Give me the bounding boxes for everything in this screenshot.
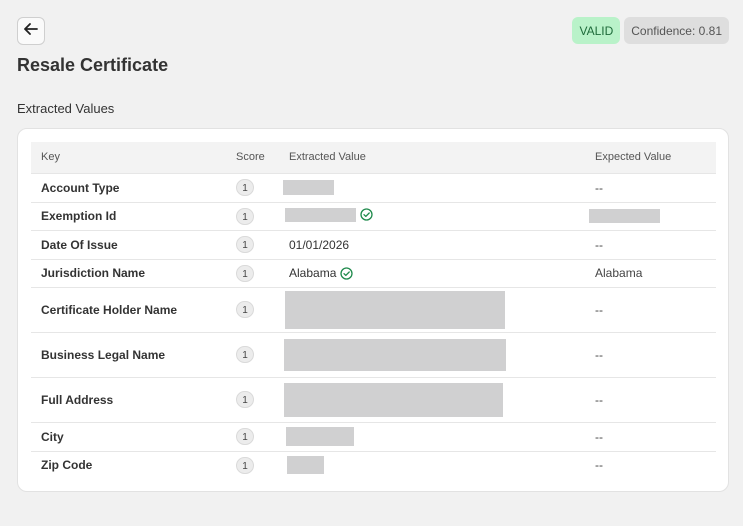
row-extracted: 01/01/2026 bbox=[279, 229, 585, 259]
row-extracted-cell bbox=[279, 286, 585, 332]
redacted-value bbox=[284, 338, 506, 371]
header-badges: VALID Confidence: 0.81 bbox=[572, 17, 729, 44]
extracted-values-card: Key Score Extracted Value Expected Value… bbox=[17, 128, 729, 492]
score-pill: 1 bbox=[236, 301, 254, 318]
table-header-row: Key Score Extracted Value Expected Value bbox=[31, 142, 716, 173]
score-pill: 1 bbox=[236, 391, 254, 408]
row-extracted-cell bbox=[279, 331, 585, 377]
redacted-value bbox=[284, 382, 503, 417]
check-circle-icon bbox=[360, 208, 373, 221]
extracted-values-table: Key Score Extracted Value Expected Value… bbox=[31, 142, 716, 479]
row-key: City bbox=[31, 421, 226, 451]
row-extracted-cell bbox=[279, 376, 585, 422]
table-row: Account Type 1 -- bbox=[31, 172, 716, 202]
row-score-cell: 1 bbox=[226, 201, 279, 230]
row-key: Jurisdiction Name bbox=[31, 258, 226, 287]
row-expected: -- bbox=[585, 286, 716, 332]
back-button[interactable] bbox=[17, 17, 45, 45]
row-score-cell: 1 bbox=[226, 421, 279, 451]
row-expected-cell bbox=[585, 201, 716, 230]
confidence-badge: Confidence: 0.81 bbox=[624, 17, 729, 44]
redacted-value bbox=[286, 427, 354, 446]
row-score-cell: 1 bbox=[226, 331, 279, 377]
table-row: Full Address 1 -- bbox=[31, 376, 716, 422]
row-score-cell: 1 bbox=[226, 229, 279, 259]
redacted-value bbox=[283, 180, 334, 196]
table-row: Exemption Id 1 bbox=[31, 201, 716, 230]
score-pill: 1 bbox=[236, 207, 254, 225]
redacted-value bbox=[285, 207, 356, 222]
score-pill: 1 bbox=[236, 346, 254, 363]
row-expected: -- bbox=[585, 421, 716, 451]
row-extracted-cell: Alabama bbox=[279, 258, 585, 287]
redacted-value bbox=[287, 456, 324, 475]
table-row: Certificate Holder Name 1 -- bbox=[31, 286, 716, 332]
row-score-cell: 1 bbox=[226, 450, 279, 479]
score-pill: 1 bbox=[236, 179, 254, 196]
column-header-key: Key bbox=[41, 151, 60, 164]
row-extracted-cell bbox=[279, 450, 585, 479]
row-score-cell: 1 bbox=[226, 258, 279, 287]
row-expected: -- bbox=[585, 450, 716, 479]
row-score-cell: 1 bbox=[226, 376, 279, 422]
column-header-extracted-value: Extracted Value bbox=[289, 151, 366, 164]
row-expected: -- bbox=[585, 172, 716, 202]
check-circle-icon bbox=[340, 266, 354, 280]
score-pill: 1 bbox=[236, 428, 254, 445]
row-key: Date Of Issue bbox=[31, 229, 226, 259]
table-row: Jurisdiction Name 1 Alabama Alabama bbox=[31, 258, 716, 287]
column-header-score: Score bbox=[236, 151, 265, 164]
row-expected: -- bbox=[585, 376, 716, 422]
table-row: City 1 -- bbox=[31, 421, 716, 451]
row-expected: -- bbox=[585, 229, 716, 259]
row-extracted: Alabama bbox=[289, 266, 337, 280]
row-key: Account Type bbox=[31, 172, 226, 202]
row-extracted-cell bbox=[279, 421, 585, 451]
row-score-cell: 1 bbox=[226, 172, 279, 202]
row-extracted-cell bbox=[279, 172, 585, 202]
row-key: Business Legal Name bbox=[31, 331, 226, 377]
row-key: Exemption Id bbox=[31, 201, 226, 230]
row-expected: Alabama bbox=[585, 258, 716, 287]
redacted-value bbox=[285, 290, 505, 329]
row-expected: -- bbox=[585, 331, 716, 377]
row-key: Zip Code bbox=[31, 450, 226, 479]
row-key: Certificate Holder Name bbox=[31, 286, 226, 332]
row-score-cell: 1 bbox=[226, 286, 279, 332]
status-badge: VALID bbox=[572, 17, 621, 44]
arrow-left-icon bbox=[24, 22, 38, 40]
section-title: Extracted Values bbox=[17, 101, 115, 116]
row-extracted-cell bbox=[279, 201, 585, 230]
redacted-value bbox=[589, 209, 660, 224]
score-pill: 1 bbox=[236, 236, 254, 253]
table-row: Zip Code 1 -- bbox=[31, 450, 716, 479]
score-pill: 1 bbox=[236, 264, 254, 282]
row-key: Full Address bbox=[31, 376, 226, 422]
table-row: Date Of Issue 1 01/01/2026 -- bbox=[31, 229, 716, 259]
column-header-expected-value: Expected Value bbox=[595, 151, 672, 164]
table-row: Business Legal Name 1 -- bbox=[31, 331, 716, 377]
page-title: Resale Certificate bbox=[17, 55, 169, 75]
score-pill: 1 bbox=[236, 456, 254, 474]
